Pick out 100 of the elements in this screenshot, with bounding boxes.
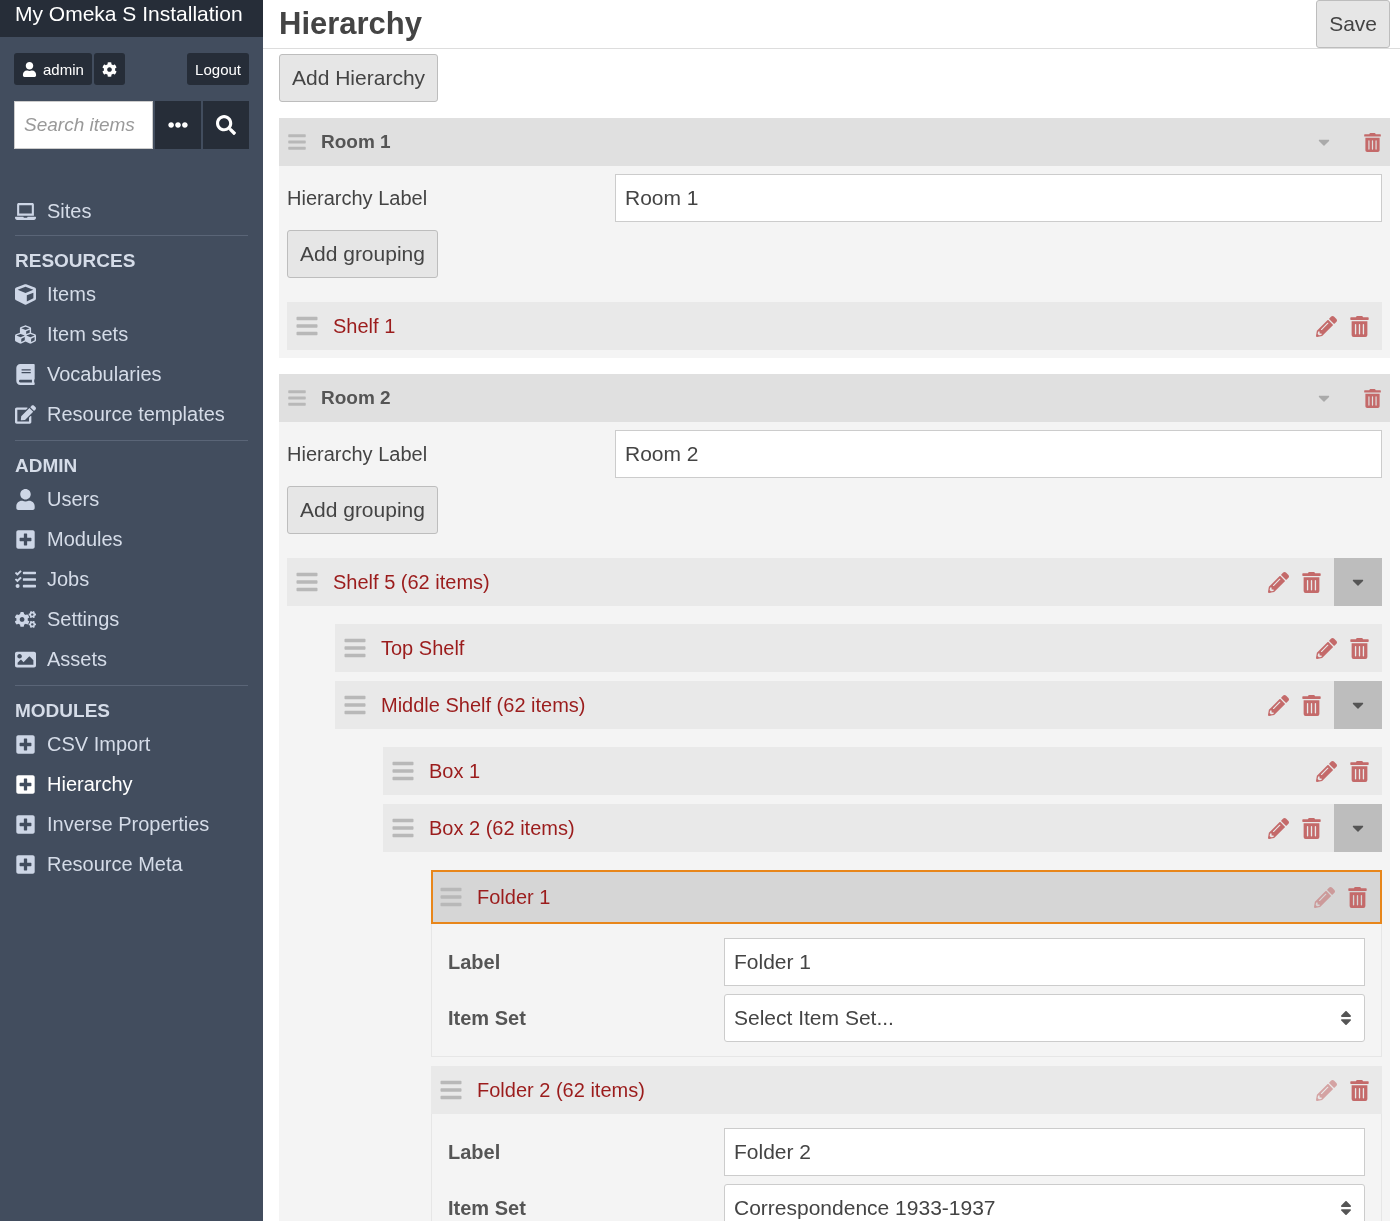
user-icon bbox=[22, 61, 37, 77]
drag-handle-icon[interactable] bbox=[295, 314, 319, 338]
drag-handle-icon[interactable] bbox=[439, 885, 463, 909]
logout-button[interactable]: Logout bbox=[187, 53, 249, 85]
nav-item[interactable]: Modules bbox=[15, 519, 248, 559]
nav-item[interactable]: Vocabularies bbox=[15, 354, 248, 394]
drag-handle-icon[interactable] bbox=[391, 816, 415, 840]
drag-handle-icon[interactable] bbox=[343, 636, 367, 660]
drag-handle-icon[interactable] bbox=[287, 132, 307, 152]
trash-icon[interactable] bbox=[1347, 886, 1368, 908]
nav-label: Sites bbox=[47, 199, 92, 223]
pencil-icon[interactable] bbox=[1316, 760, 1337, 782]
field-label: Item Set bbox=[448, 1196, 527, 1220]
nav-item[interactable]: Jobs bbox=[15, 559, 248, 599]
grouping-row[interactable]: Box 1 bbox=[383, 747, 1382, 795]
trash-icon[interactable] bbox=[1349, 315, 1370, 337]
select-value: Select Item Set... bbox=[734, 1006, 894, 1030]
search-field[interactable]: Search items bbox=[14, 101, 153, 149]
nav-label: Vocabularies bbox=[47, 362, 162, 386]
edit-icon bbox=[15, 403, 36, 425]
pencil-icon[interactable] bbox=[1316, 1079, 1337, 1101]
nav-label: Resource templates bbox=[47, 402, 225, 426]
pencil-icon[interactable] bbox=[1314, 886, 1335, 908]
add-grouping-button[interactable]: Add grouping bbox=[287, 230, 438, 278]
trash-icon[interactable] bbox=[1349, 760, 1370, 782]
nav-label: Settings bbox=[47, 607, 120, 631]
grouping-row[interactable]: Shelf 5 (62 items) bbox=[287, 558, 1382, 606]
collapse-toggle[interactable] bbox=[1334, 681, 1382, 729]
drag-handle-icon[interactable] bbox=[343, 693, 367, 717]
save-button[interactable]: Save bbox=[1316, 0, 1390, 48]
pencil-icon[interactable] bbox=[1316, 637, 1337, 659]
add-grouping-button[interactable]: Add grouping bbox=[287, 486, 438, 534]
settings-icon bbox=[101, 61, 117, 77]
hierarchy-header[interactable]: Room 2 bbox=[279, 374, 1390, 422]
nav-item[interactable]: Items bbox=[15, 274, 248, 314]
nav-item[interactable]: Assets bbox=[15, 639, 248, 679]
grouping-row[interactable]: Folder 1 bbox=[431, 870, 1382, 924]
nav-item[interactable]: Resource Meta bbox=[15, 844, 248, 884]
nav-label: Items bbox=[47, 282, 96, 306]
user-button[interactable]: admin bbox=[14, 53, 92, 85]
nav-label: Item sets bbox=[47, 322, 129, 346]
grouping-row[interactable]: Top Shelf bbox=[335, 624, 1382, 672]
grouping-row[interactable]: Shelf 1 bbox=[287, 302, 1382, 350]
nav-item[interactable]: Settings bbox=[15, 599, 248, 639]
field-label: Label bbox=[448, 950, 502, 974]
field-label: Hierarchy Label bbox=[287, 186, 429, 210]
task-list-icon bbox=[15, 568, 36, 590]
nav-label: Hierarchy bbox=[47, 772, 133, 796]
field-label: Label bbox=[448, 1140, 502, 1164]
trash-icon[interactable] bbox=[1363, 388, 1382, 408]
search-icon bbox=[216, 115, 236, 135]
nav-item[interactable]: Hierarchy bbox=[15, 764, 248, 804]
hierarchy-label-input[interactable]: Room 1 bbox=[615, 174, 1382, 222]
pencil-icon[interactable] bbox=[1268, 694, 1289, 716]
nav-label: Jobs bbox=[47, 567, 90, 591]
hierarchy-label-input[interactable]: Room 2 bbox=[615, 430, 1382, 478]
drag-handle-icon[interactable] bbox=[391, 759, 415, 783]
nav-heading: RESOURCES bbox=[15, 250, 137, 272]
grouping-label: Shelf 5 (62 items) bbox=[333, 570, 491, 594]
grouping-row[interactable]: Box 2 (62 items) bbox=[383, 804, 1382, 852]
trash-icon[interactable] bbox=[1349, 637, 1370, 659]
nav-item[interactable]: Item sets bbox=[15, 314, 248, 354]
collapse-toggle[interactable] bbox=[1334, 804, 1382, 852]
site-title: My Omeka S Installation bbox=[0, 0, 263, 37]
nav-item[interactable]: Users bbox=[15, 479, 248, 519]
grouping-label: Folder 2 (62 items) bbox=[477, 1078, 646, 1102]
grouping-label: Middle Shelf (62 items) bbox=[381, 693, 587, 717]
nav-item[interactable]: CSV Import bbox=[15, 724, 248, 764]
trash-icon[interactable] bbox=[1301, 817, 1322, 839]
grouping-row[interactable]: Folder 2 (62 items) bbox=[431, 1066, 1382, 1114]
cube-icon bbox=[15, 283, 36, 305]
pencil-icon[interactable] bbox=[1268, 817, 1289, 839]
item-set-select[interactable]: Select Item Set... bbox=[724, 994, 1365, 1042]
collapse-toggle[interactable] bbox=[1334, 558, 1382, 606]
drag-handle-icon[interactable] bbox=[439, 1078, 463, 1102]
more-options-button[interactable] bbox=[155, 101, 201, 149]
nav-item[interactable]: Inverse Properties bbox=[15, 804, 248, 844]
hierarchy-header[interactable]: Room 1 bbox=[279, 118, 1390, 166]
grouping-row[interactable]: Middle Shelf (62 items) bbox=[335, 681, 1382, 729]
pencil-icon[interactable] bbox=[1268, 571, 1289, 593]
drag-handle-icon[interactable] bbox=[287, 388, 307, 408]
drag-handle-icon[interactable] bbox=[295, 570, 319, 594]
nav-label: CSV Import bbox=[47, 732, 151, 756]
add-hierarchy-button[interactable]: Add Hierarchy bbox=[279, 54, 439, 102]
trash-icon[interactable] bbox=[1301, 571, 1322, 593]
nav-item[interactable]: Sites bbox=[15, 191, 248, 231]
trash-icon[interactable] bbox=[1301, 694, 1322, 716]
trash-icon[interactable] bbox=[1363, 132, 1382, 152]
item-set-select[interactable]: Correspondence 1933-1937 bbox=[724, 1184, 1365, 1221]
trash-icon[interactable] bbox=[1349, 1079, 1370, 1101]
field-label: Item Set bbox=[448, 1006, 527, 1030]
label-input[interactable]: Folder 1 bbox=[724, 938, 1365, 986]
label-input[interactable]: Folder 2 bbox=[724, 1128, 1365, 1176]
settings-button[interactable] bbox=[93, 53, 125, 85]
pencil-icon[interactable] bbox=[1316, 315, 1337, 337]
nav-item[interactable]: Resource templates bbox=[15, 394, 248, 434]
search-button[interactable] bbox=[203, 101, 249, 149]
page-title: Hierarchy bbox=[279, 6, 423, 42]
nav-label: Modules bbox=[47, 527, 123, 551]
grouping-label: Shelf 1 bbox=[333, 314, 397, 338]
